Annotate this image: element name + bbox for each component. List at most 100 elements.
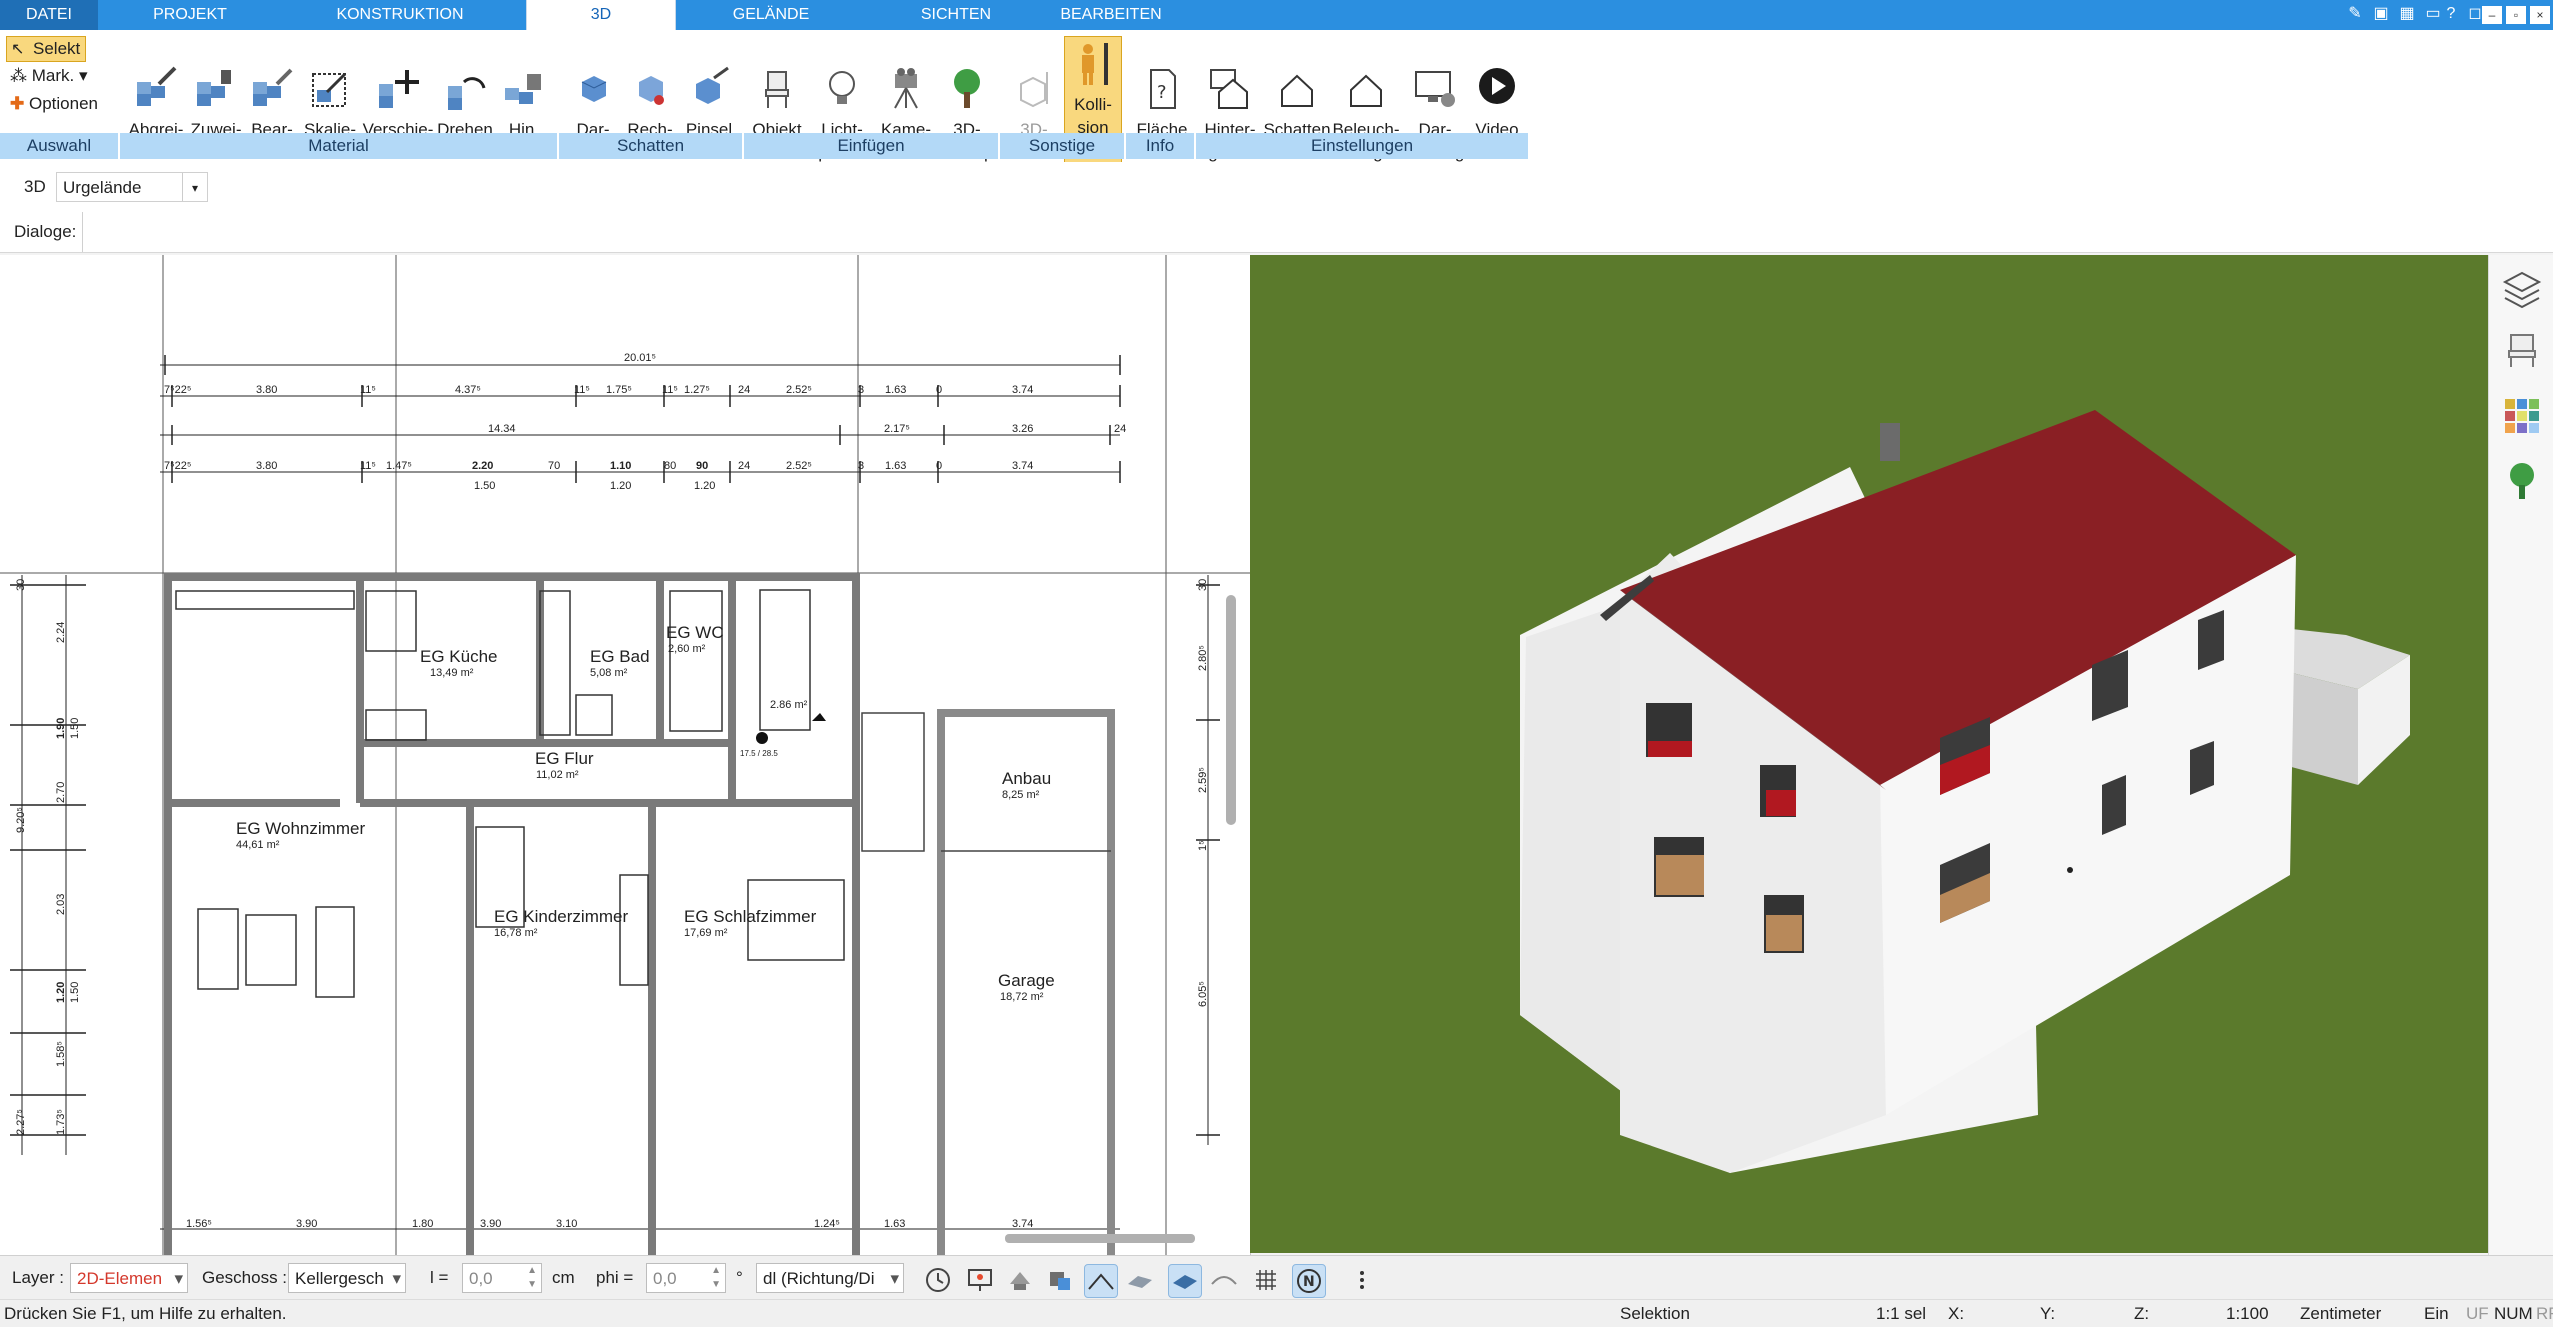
- plane-icon[interactable]: [1168, 1264, 1202, 1298]
- status-mode: Selektion: [1620, 1304, 1690, 1323]
- pointer-icon: ↖: [11, 41, 25, 58]
- dim-text: 1.73⁵: [55, 1109, 67, 1135]
- terrain-icon[interactable]: [1208, 1264, 1240, 1296]
- options-button[interactable]: ✚ Optionen: [10, 94, 98, 114]
- room-label[interactable]: Anbau: [1002, 769, 1051, 789]
- close-icon[interactable]: ×: [2530, 6, 2550, 24]
- plan-vertical-scrollbar[interactable]: [1226, 595, 1236, 825]
- dim-text: 3.90: [480, 1218, 501, 1230]
- walk-icon[interactable]: [1004, 1264, 1036, 1296]
- l-input[interactable]: 0,0 ▲ ▼: [462, 1263, 542, 1293]
- layer-value: 2D-Elemen: [77, 1269, 163, 1288]
- objects-icon[interactable]: [1044, 1264, 1076, 1296]
- geschoss-select[interactable]: Kellergesch ▾: [288, 1263, 406, 1293]
- geschoss-value: Kellergesch: [295, 1269, 384, 1288]
- scale: 1:100: [2226, 1304, 2269, 1323]
- 3d-view[interactable]: [1250, 255, 2488, 1253]
- dl-select[interactable]: dl (Richtung/Di ▾: [756, 1263, 904, 1293]
- group-einstellungen: Einstellungen: [1196, 133, 1528, 159]
- l-value: 0,0: [469, 1269, 493, 1288]
- wall-tool-icon[interactable]: [1084, 1264, 1118, 1298]
- floor-plan-view[interactable]: 20.01⁵ 7⁵22⁵ 3.80 11⁵ 4.37⁵ 11⁵ 1.75⁵ 11…: [0, 255, 1251, 1255]
- scale-sel: 1:1 sel: [1876, 1304, 1927, 1323]
- dim-text: 3.74: [1012, 1218, 1033, 1230]
- dim-text: 3.90: [296, 1218, 317, 1230]
- dim-text: 0: [936, 460, 942, 472]
- chevron-down-icon: ▾: [174, 1269, 183, 1288]
- more-options-icon[interactable]: [1346, 1264, 1378, 1296]
- dim-text: 1.10: [610, 460, 631, 472]
- tab-gelaende[interactable]: GELÄNDE: [700, 0, 842, 30]
- room-label[interactable]: EG Flur: [535, 749, 594, 769]
- tree-icon[interactable]: [2501, 459, 2543, 501]
- shadow-settings-button[interactable]: Schatten: [1262, 64, 1332, 141]
- layer-select[interactable]: 2D-Elemen ▾: [70, 1263, 188, 1293]
- dim-text: 3.26: [1012, 423, 1033, 435]
- tools-icon[interactable]: ✎: [2344, 3, 2366, 25]
- hatch-icon[interactable]: [1124, 1264, 1156, 1296]
- tab-sichten[interactable]: SICHTEN: [890, 0, 1022, 30]
- dim-text: 3.74: [1012, 384, 1033, 396]
- tab-projekt[interactable]: PROJEKT: [110, 0, 270, 30]
- dim-text: 2.20: [472, 460, 493, 472]
- insert-object-button[interactable]: Objekt: [746, 64, 808, 141]
- mark-button[interactable]: ⁂ Mark. ▾: [10, 66, 88, 86]
- dim-text: 2.03: [55, 894, 67, 915]
- layers-icon[interactable]: [2501, 269, 2543, 311]
- grid-icon[interactable]: [1250, 1264, 1282, 1296]
- clock-icon[interactable]: [922, 1264, 954, 1296]
- mark-icon: ⁂: [10, 66, 27, 85]
- dim-text: 1.63: [885, 384, 906, 396]
- help-icon[interactable]: ?: [2440, 3, 2462, 25]
- tab-datei[interactable]: DATEI: [0, 0, 98, 30]
- tab-bearbeiten[interactable]: BEARBEITEN: [1050, 0, 1172, 30]
- north-icon[interactable]: N: [1292, 1264, 1326, 1298]
- dim-text: 1.63: [885, 460, 906, 472]
- room-area: 11,02 m²: [536, 769, 579, 781]
- dim-text: 30: [1197, 579, 1209, 591]
- maximize-icon[interactable]: ▫: [2506, 6, 2526, 24]
- spin-icon[interactable]: ▲ ▼: [711, 1264, 721, 1292]
- presentation-icon[interactable]: [964, 1264, 996, 1296]
- room-area: 16,78 m²: [494, 927, 538, 939]
- dim-text: 2.27⁵: [15, 1109, 27, 1135]
- terrain-select[interactable]: Urgelände ▾: [56, 172, 208, 202]
- dim-text: 14.34: [488, 423, 516, 435]
- dim-text: 3: [858, 384, 864, 396]
- floor-plan-canvas[interactable]: 20.01⁵ 7⁵22⁵ 3.80 11⁵ 4.37⁵ 11⁵ 1.75⁵ 11…: [0, 255, 1250, 1255]
- room-label[interactable]: EG Wohnzimmer: [236, 819, 365, 839]
- room-label[interactable]: Garage: [998, 971, 1055, 991]
- select-button[interactable]: ↖ Selekt: [6, 36, 86, 62]
- group-auswahl: Auswahl: [0, 133, 118, 159]
- dim-text: 24: [738, 460, 750, 472]
- dim-text: 3.74: [1012, 460, 1033, 472]
- room-label[interactable]: EG Küche: [420, 647, 498, 667]
- dim-text: 1.56⁵: [186, 1218, 212, 1230]
- room-label[interactable]: EG Schlafzimmer: [684, 907, 816, 927]
- phi-input[interactable]: 0,0 ▲ ▼: [646, 1263, 726, 1293]
- room-area: 44,61 m²: [236, 839, 280, 851]
- spin-icon[interactable]: ▲ ▼: [527, 1264, 537, 1292]
- mode-label: 3D: [24, 177, 46, 196]
- layout-icon[interactable]: ▦: [2396, 3, 2418, 25]
- room-label[interactable]: EG Bad: [590, 647, 650, 667]
- plan-horizontal-scrollbar[interactable]: [1005, 1234, 1195, 1243]
- window-icon[interactable]: ▣: [2370, 3, 2392, 25]
- monitor-gear-icon: [1415, 71, 1455, 107]
- right-sidebar: [2488, 255, 2553, 1255]
- shadow-brush-button[interactable]: Pinsel: [680, 64, 738, 141]
- video-button[interactable]: Video: [1465, 64, 1529, 141]
- minimize-icon[interactable]: –: [2482, 6, 2502, 24]
- area-button[interactable]: ? Fläche: [1130, 64, 1194, 141]
- tab-konstruktion[interactable]: KONSTRUKTION: [300, 0, 500, 30]
- dim-text: 2.70: [55, 782, 67, 803]
- dim-text: 3.10: [556, 1218, 577, 1230]
- chair-icon[interactable]: [2501, 329, 2543, 371]
- unit: Zentimeter: [2300, 1304, 2382, 1323]
- 3d-scene[interactable]: [1250, 255, 2488, 1253]
- materials-icon[interactable]: [2501, 395, 2543, 437]
- tab-3d[interactable]: 3D: [526, 0, 676, 30]
- room-label[interactable]: EG WC: [666, 623, 724, 643]
- dim-text: 1.20: [610, 480, 631, 492]
- room-label[interactable]: EG Kinderzimmer: [494, 907, 628, 927]
